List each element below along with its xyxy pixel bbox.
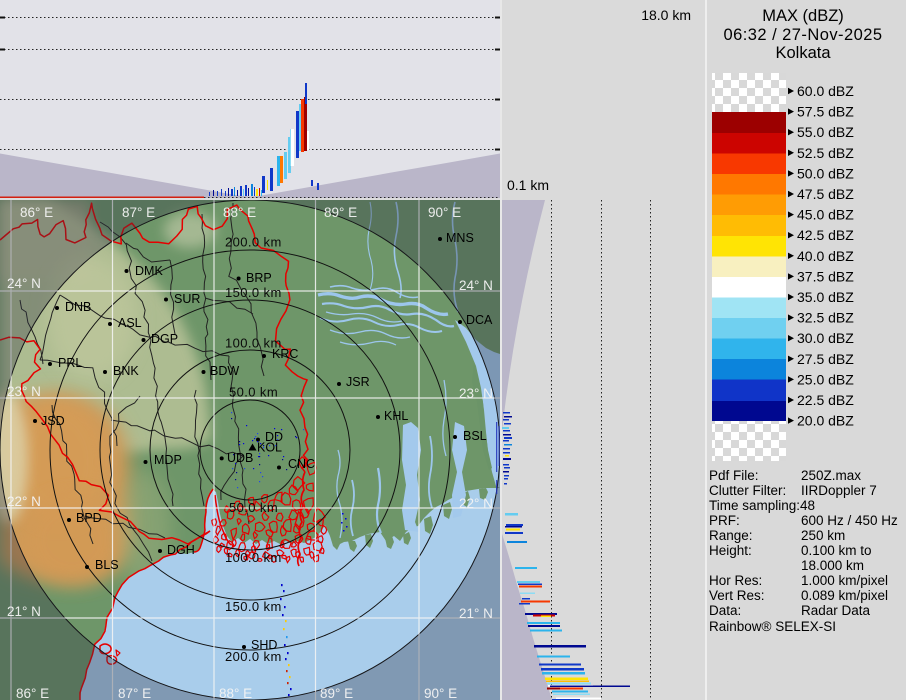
- svg-text:90° E: 90° E: [424, 686, 457, 700]
- svg-text:27.5 dBZ: 27.5 dBZ: [797, 351, 854, 367]
- svg-text:JSD: JSD: [41, 414, 65, 428]
- svg-text:DCA: DCA: [466, 313, 493, 327]
- svg-text:50.0 km: 50.0 km: [229, 385, 278, 400]
- svg-text:DNB: DNB: [65, 300, 91, 314]
- svg-text:KRC: KRC: [272, 347, 298, 361]
- svg-text:ASL: ASL: [118, 316, 142, 330]
- svg-text:87° E: 87° E: [122, 205, 155, 220]
- svg-text:60.0 dBZ: 60.0 dBZ: [797, 83, 854, 99]
- svg-text:200.0 km: 200.0 km: [225, 235, 282, 250]
- svg-text:UDB: UDB: [227, 451, 253, 465]
- svg-text:23° N: 23° N: [7, 384, 41, 399]
- svg-text:45.0 dBZ: 45.0 dBZ: [797, 207, 854, 223]
- svg-text:JSR: JSR: [346, 375, 370, 389]
- svg-text:BDW: BDW: [210, 364, 239, 378]
- svg-text:90° E: 90° E: [428, 205, 461, 220]
- svg-text:21° N: 21° N: [459, 606, 493, 621]
- svg-text:22.5 dBZ: 22.5 dBZ: [797, 392, 854, 408]
- svg-text:23° N: 23° N: [459, 386, 493, 401]
- svg-text:86° E: 86° E: [20, 205, 53, 220]
- svg-text:50.0 km: 50.0 km: [229, 500, 278, 515]
- svg-text:BLS: BLS: [95, 558, 119, 572]
- svg-text:35.0 dBZ: 35.0 dBZ: [797, 289, 854, 305]
- svg-text:86° E: 86° E: [16, 686, 49, 700]
- svg-text:87° E: 87° E: [118, 686, 151, 700]
- svg-text:89° E: 89° E: [320, 686, 353, 700]
- svg-text:22° N: 22° N: [459, 496, 493, 511]
- svg-text:42.5 dBZ: 42.5 dBZ: [797, 227, 854, 243]
- svg-text:SUR: SUR: [174, 292, 200, 306]
- svg-text:150.0 km: 150.0 km: [225, 285, 282, 300]
- svg-text:BRP: BRP: [246, 271, 272, 285]
- svg-text:BSL: BSL: [463, 429, 487, 443]
- svg-text:25.0 dBZ: 25.0 dBZ: [797, 371, 854, 387]
- svg-text:DGP: DGP: [151, 332, 178, 346]
- svg-text:40.0 dBZ: 40.0 dBZ: [797, 248, 854, 264]
- svg-text:52.5 dBZ: 52.5 dBZ: [797, 145, 854, 161]
- svg-text:22° N: 22° N: [7, 494, 41, 509]
- svg-text:88° E: 88° E: [219, 686, 252, 700]
- svg-text:CNC: CNC: [288, 457, 315, 471]
- svg-text:50.0 dBZ: 50.0 dBZ: [797, 165, 854, 181]
- svg-text:100.0 km: 100.0 km: [225, 550, 282, 565]
- svg-text:30.0 dBZ: 30.0 dBZ: [797, 330, 854, 346]
- svg-text:MNS: MNS: [446, 231, 474, 245]
- svg-text:KHL: KHL: [384, 409, 408, 423]
- svg-text:37.5 dBZ: 37.5 dBZ: [797, 268, 854, 284]
- svg-text:47.5 dBZ: 47.5 dBZ: [797, 186, 854, 202]
- svg-text:24° N: 24° N: [459, 278, 493, 293]
- svg-text:20.0 dBZ: 20.0 dBZ: [797, 413, 854, 429]
- svg-text:21° N: 21° N: [7, 604, 41, 619]
- svg-text:DGH: DGH: [167, 543, 195, 557]
- svg-text:KOL: KOL: [257, 441, 282, 455]
- svg-text:MDP: MDP: [154, 453, 182, 467]
- svg-text:PRL: PRL: [58, 356, 82, 370]
- svg-text:88° E: 88° E: [223, 205, 256, 220]
- svg-text:SHD: SHD: [251, 638, 277, 652]
- svg-text:DMK: DMK: [135, 264, 163, 278]
- svg-text:BNK: BNK: [113, 364, 139, 378]
- svg-text:89° E: 89° E: [324, 205, 357, 220]
- svg-text:55.0 dBZ: 55.0 dBZ: [797, 124, 854, 140]
- svg-text:BPD: BPD: [76, 511, 102, 525]
- svg-text:57.5 dBZ: 57.5 dBZ: [797, 104, 854, 120]
- svg-text:32.5 dBZ: 32.5 dBZ: [797, 310, 854, 326]
- svg-text:24° N: 24° N: [7, 276, 41, 291]
- svg-text:150.0 km: 150.0 km: [225, 599, 282, 614]
